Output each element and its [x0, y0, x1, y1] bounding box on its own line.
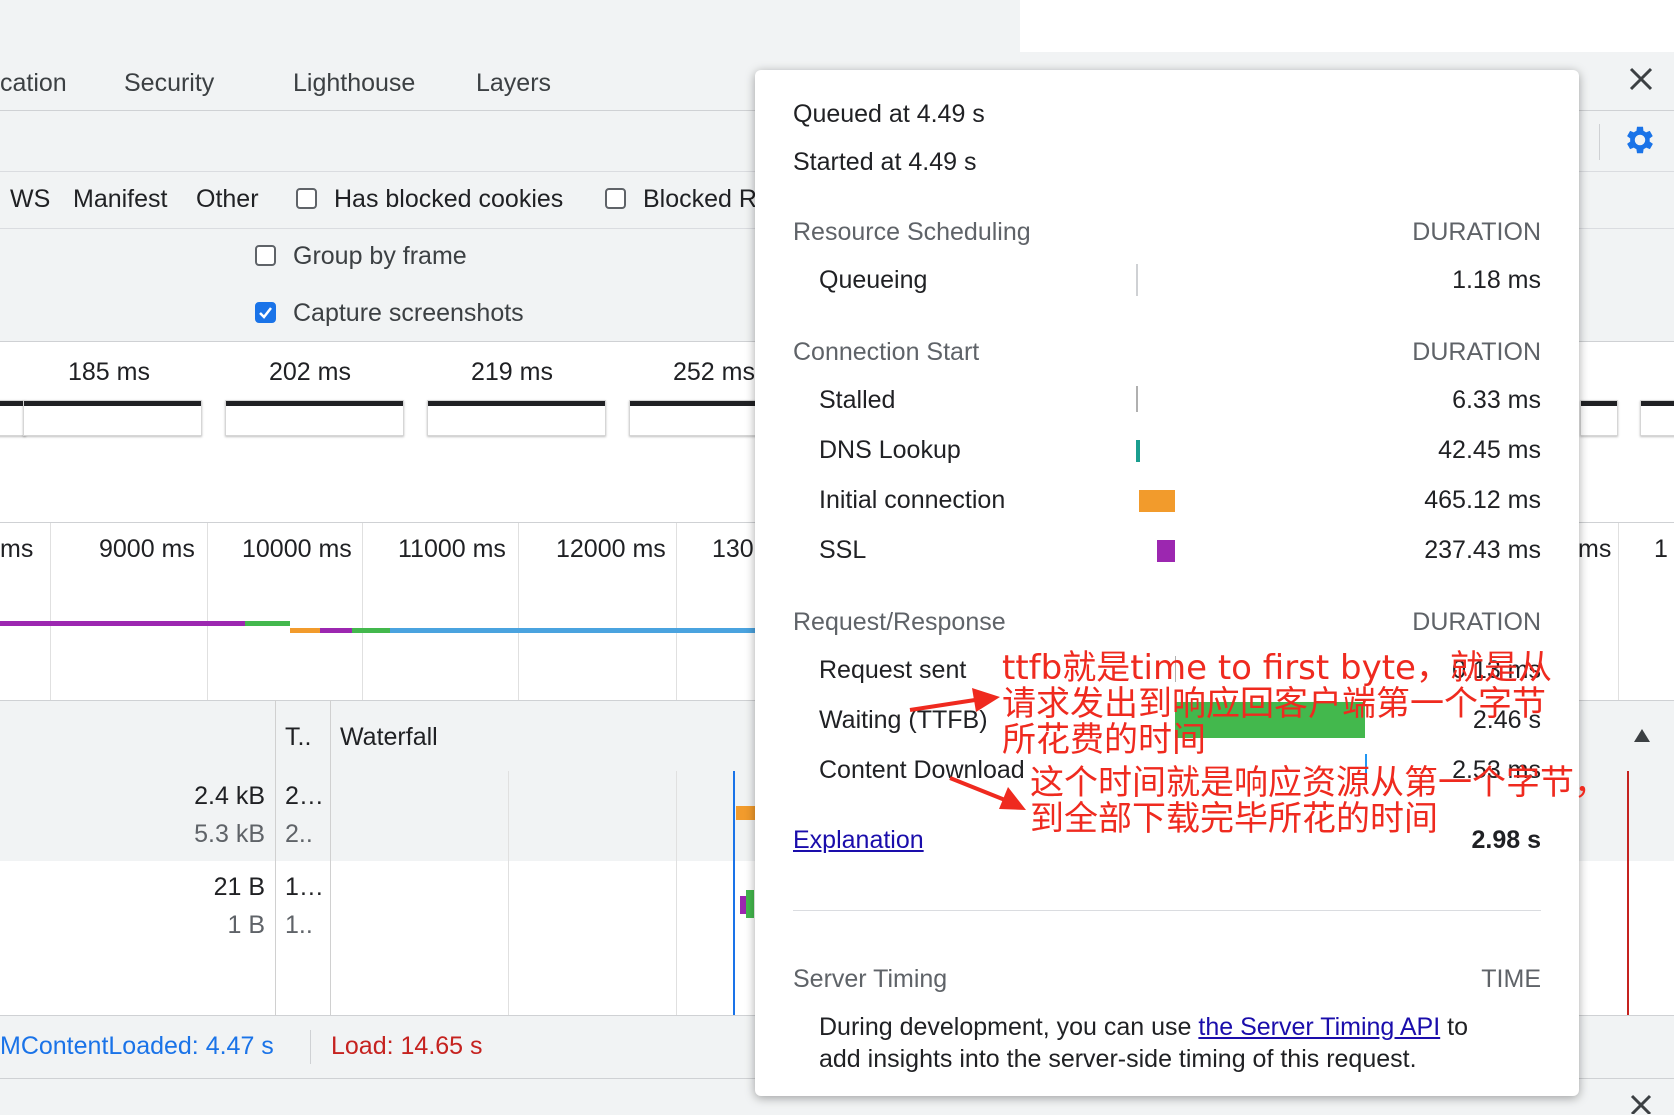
arrow-icon — [909, 688, 1000, 712]
annotation-arrows — [909, 688, 1026, 810]
arrow-icon — [949, 776, 1026, 810]
